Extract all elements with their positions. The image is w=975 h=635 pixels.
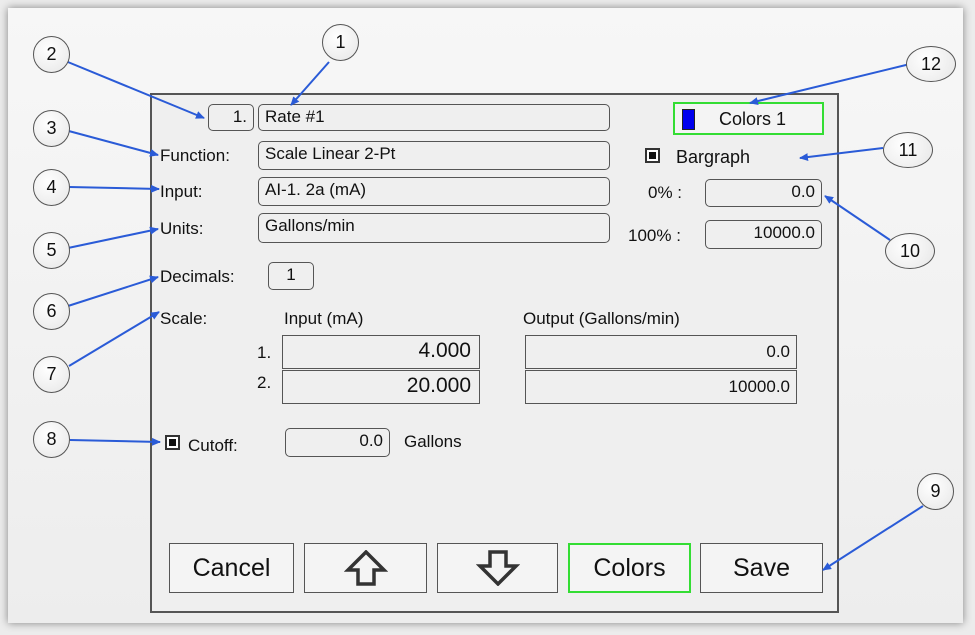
callout-11: 11 [883,132,933,168]
callout-2: 2 [33,36,70,73]
leader-10 [824,195,891,241]
leader-12 [749,63,911,105]
callout-10: 10 [885,233,935,269]
leader-1 [290,61,330,106]
callout-5: 5 [33,232,70,269]
leader-3 [64,129,159,157]
callout-8: 8 [33,421,70,458]
callout-leader-lines [62,59,924,571]
leader-2 [62,59,205,119]
leader-9 [822,505,924,571]
callout-4: 4 [33,169,70,206]
callout-12: 12 [906,46,956,82]
leader-6 [67,275,159,307]
callout-6: 6 [33,293,70,330]
leader-11 [799,147,884,162]
callout-9: 9 [917,473,954,510]
callout-3: 3 [33,110,70,147]
leader-5 [67,226,159,249]
callout-1: 1 [322,24,359,61]
leader-7 [68,311,160,367]
leader-4 [68,184,160,193]
callout-7: 7 [33,356,70,393]
leader-8 [69,437,161,446]
